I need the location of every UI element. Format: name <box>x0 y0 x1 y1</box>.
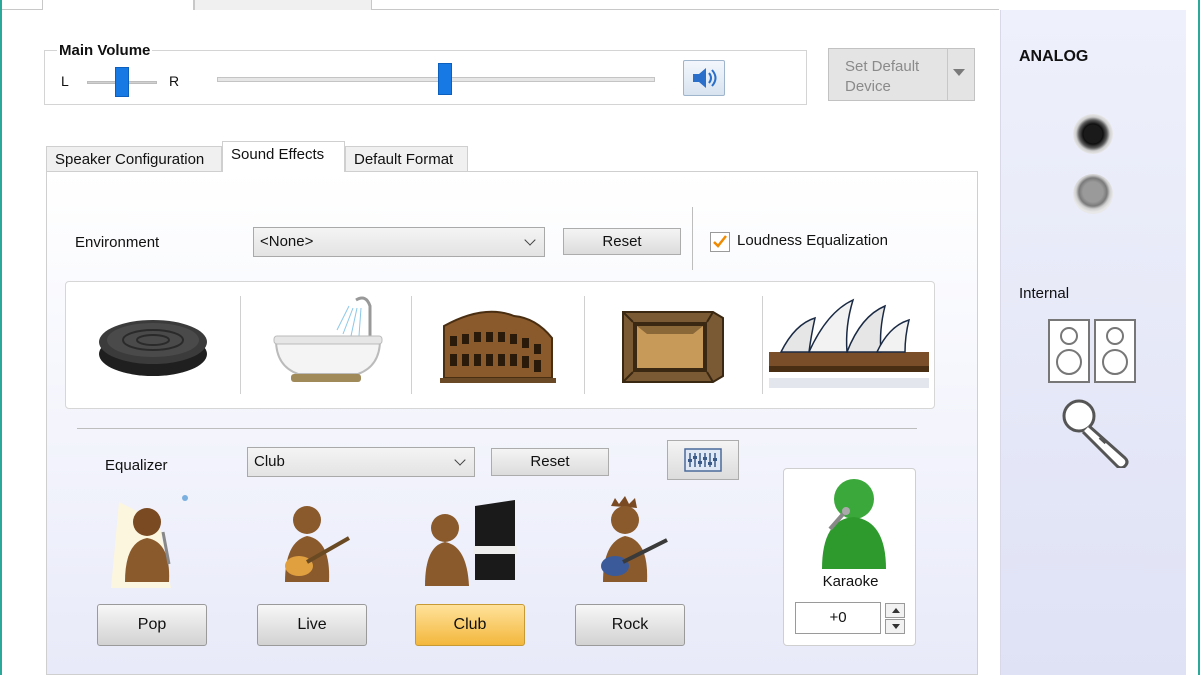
tab-default-format[interactable]: Default Format <box>345 146 468 172</box>
volume-slider-track[interactable] <box>217 77 655 82</box>
environment-presets-strip <box>65 281 935 409</box>
club-preset-button[interactable]: Club <box>415 604 525 646</box>
balance-left-label: L <box>61 73 69 89</box>
divider <box>692 207 693 270</box>
karaoke-level-field[interactable]: +0 <box>795 602 881 634</box>
divider <box>77 428 917 429</box>
environment-preset-bathroom[interactable] <box>241 282 411 408</box>
karaoke-panel: Karaoke +0 <box>783 468 916 646</box>
analog-label: ANALOG <box>1019 48 1089 65</box>
dropdown-arrow-icon[interactable] <box>953 69 965 76</box>
set-default-device-label: Set Default Device <box>845 58 920 95</box>
pop-preset-button[interactable]: Pop <box>97 604 207 646</box>
karaoke-decrease-button[interactable] <box>885 619 905 634</box>
analog-jack-active-icon[interactable] <box>1073 114 1113 154</box>
window-tab-strip <box>2 0 999 10</box>
chevron-down-icon <box>454 454 466 466</box>
live-guitarist-icon <box>257 492 367 588</box>
equalizer-reset-button[interactable]: Reset <box>491 448 609 476</box>
graphic-equalizer-icon <box>684 448 722 472</box>
equalizer-label: Equalizer <box>105 457 168 474</box>
karaoke-increase-button[interactable] <box>885 603 905 618</box>
environment-preset-colosseum[interactable] <box>412 282 584 408</box>
opera-house-icon <box>769 298 929 388</box>
window-tab-2[interactable] <box>194 0 372 10</box>
triangle-down-icon <box>892 624 900 629</box>
mute-button[interactable] <box>683 60 725 96</box>
window-tab-1[interactable] <box>42 0 194 10</box>
triangle-up-icon <box>892 608 900 613</box>
environment-preset-stone-room[interactable] <box>585 282 762 408</box>
sound-effects-panel: Environment <None> Reset Loudness Equali… <box>46 171 978 675</box>
checkmark-icon <box>713 235 727 248</box>
equalizer-value: Club <box>254 453 285 470</box>
environment-preset-sewer-pipe[interactable] <box>66 282 240 408</box>
balance-right-label: R <box>169 73 180 89</box>
rock-preset-button[interactable]: Rock <box>575 604 685 646</box>
environment-preset-concert-hall[interactable] <box>763 282 935 408</box>
chevron-down-icon <box>524 234 536 246</box>
balance-slider-thumb[interactable] <box>115 67 129 97</box>
pop-singer-icon <box>97 492 207 588</box>
environment-label: Environment <box>75 234 160 251</box>
bathtub-icon <box>273 296 383 382</box>
speaker-volume-icon <box>693 68 717 88</box>
main-volume-title: Main Volume <box>57 42 153 59</box>
sewer-pipe-icon <box>99 320 207 376</box>
analog-jack-inactive-icon[interactable] <box>1073 174 1113 214</box>
environment-value: <None> <box>260 233 314 250</box>
karaoke-label: Karaoke <box>822 573 879 590</box>
colosseum-icon <box>440 310 556 383</box>
volume-slider-thumb[interactable] <box>437 63 452 95</box>
environment-reset-button[interactable]: Reset <box>563 228 681 255</box>
main-volume-group: Main Volume L R <box>44 42 807 105</box>
device-panel: ANALOG Internal <box>1000 10 1186 675</box>
speakers-icon[interactable] <box>1047 318 1139 384</box>
stone-room-icon <box>622 311 724 383</box>
microphone-icon[interactable] <box>1061 398 1135 468</box>
tab-sound-effects[interactable]: Sound Effects <box>222 141 345 172</box>
karaoke-singer-icon <box>822 479 886 569</box>
internal-label: Internal <box>1019 285 1070 302</box>
loudness-equalization-checkbox[interactable] <box>710 232 730 252</box>
speakers-properties-window: Main Volume L R Set Default Device Speak… <box>0 0 1200 675</box>
environment-dropdown[interactable]: <None> <box>253 227 545 257</box>
loudness-equalization-label: Loudness Equalization <box>737 232 888 249</box>
rock-guitarist-icon <box>575 492 685 588</box>
set-default-device-button[interactable]: Set Default Device <box>828 48 975 101</box>
graphic-equalizer-button[interactable] <box>667 440 739 480</box>
tab-speaker-configuration[interactable]: Speaker Configuration <box>46 146 222 172</box>
split-divider <box>947 49 948 100</box>
equalizer-dropdown[interactable]: Club <box>247 447 475 477</box>
live-preset-button[interactable]: Live <box>257 604 367 646</box>
club-pianist-icon <box>415 492 525 588</box>
